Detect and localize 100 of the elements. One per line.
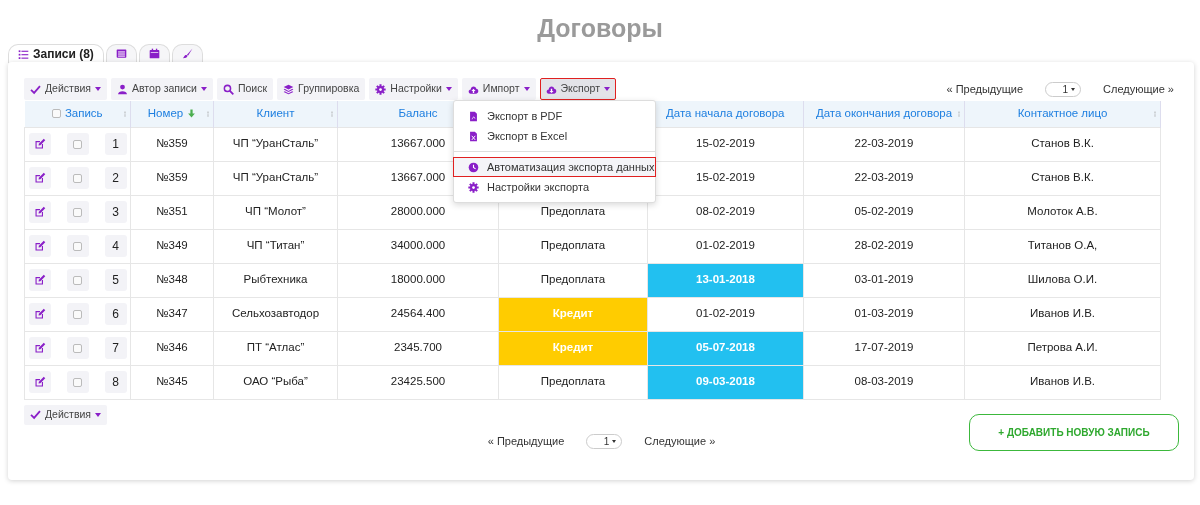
table-cell: Иванов И.В. xyxy=(964,297,1161,331)
table-cell: Предоплата xyxy=(498,263,648,297)
table-cell: №359 xyxy=(130,127,214,161)
menu-item[interactable]: Автоматизация экспорта данных xyxy=(453,157,656,177)
table-cell: 24564.400 xyxy=(337,297,499,331)
edit-button[interactable] xyxy=(28,371,51,393)
edit-icon xyxy=(33,376,46,388)
table-cell: ОАО “Рыба” xyxy=(213,365,338,399)
row-number: 8 xyxy=(104,371,127,393)
toolbar-button[interactable]: Действия xyxy=(24,78,107,100)
checkbox[interactable] xyxy=(73,139,82,149)
table-cell: №345 xyxy=(130,365,214,399)
table-cell: ЧП “Титан” xyxy=(213,229,338,263)
table-cell: Станов В.К. xyxy=(964,127,1161,161)
edit-icon xyxy=(33,274,46,286)
table-cell: №351 xyxy=(130,195,214,229)
table-cell: Иванов И.В. xyxy=(964,365,1161,399)
table-cell: Петрова А.И. xyxy=(964,331,1161,365)
toolbar-button[interactable]: Автор записи xyxy=(111,78,213,100)
checkbox[interactable] xyxy=(73,275,82,285)
check-icon xyxy=(30,409,41,420)
table-cell: №359 xyxy=(130,161,214,195)
table-cell: 28-02-2019 xyxy=(803,229,965,263)
edit-button[interactable] xyxy=(28,337,51,359)
toolbar-button[interactable]: Поиск xyxy=(217,78,274,100)
clock-icon xyxy=(468,161,479,173)
table-cell: 08-02-2019 xyxy=(647,195,804,229)
edit-button[interactable] xyxy=(28,235,51,257)
edit-button[interactable] xyxy=(28,201,51,223)
edit-button[interactable] xyxy=(28,133,51,155)
table-icon xyxy=(115,48,127,59)
toolbar-button[interactable]: Группировка xyxy=(277,78,366,100)
row-number: 6 xyxy=(104,303,127,325)
edit-icon xyxy=(33,172,46,184)
table-cell: Кредит xyxy=(498,331,648,365)
previous-link[interactable]: « Предыдущие xyxy=(487,433,565,450)
table-cell: №349 xyxy=(130,229,214,263)
table-cell: Рыбтехника xyxy=(213,263,338,297)
checkbox[interactable] xyxy=(51,108,61,118)
tab[interactable]: Записи (8) xyxy=(8,44,104,63)
table-cell: Титанов О.А, xyxy=(964,229,1161,263)
edit-icon xyxy=(33,138,46,150)
table-cell: 01-02-2019 xyxy=(647,229,804,263)
table-cell: Шилова О.И. xyxy=(964,263,1161,297)
table-cell: 01-02-2019 xyxy=(647,297,804,331)
toolbar-button[interactable]: Настройки xyxy=(369,78,458,100)
layers-icon xyxy=(283,83,295,95)
table-cell: 17-07-2019 xyxy=(803,331,965,365)
checkbox[interactable] xyxy=(73,241,82,251)
checkbox[interactable] xyxy=(73,173,82,183)
next-link[interactable]: Следующие » xyxy=(644,433,716,450)
table-cell: 05-02-2019 xyxy=(803,195,965,229)
caret-icon xyxy=(95,412,101,417)
edit-icon xyxy=(33,206,46,218)
check-icon xyxy=(30,83,41,95)
table-cell: Предоплата xyxy=(498,229,648,263)
settings-icon xyxy=(468,181,479,193)
table-cell: Кредит xyxy=(498,297,648,331)
table-cell: Сельхозавтодор xyxy=(213,297,338,331)
table-cell: 2345.700 xyxy=(337,331,499,365)
excel-file-icon xyxy=(468,130,479,142)
table-cell: ЧП “УранСталь” xyxy=(213,127,338,161)
tab[interactable] xyxy=(138,44,170,62)
column-header[interactable]: Баланс xyxy=(398,105,438,123)
toolbar-button[interactable]: Экспорт xyxy=(539,78,616,100)
row-number: 2 xyxy=(104,167,127,189)
calendar-icon xyxy=(148,48,160,59)
checkbox[interactable] xyxy=(73,309,82,319)
edit-button[interactable] xyxy=(28,269,51,291)
table-cell: 22-03-2019 xyxy=(803,161,965,195)
table-cell: 23425.500 xyxy=(337,365,499,399)
previous-link[interactable]: « Предыдущие xyxy=(946,80,1024,98)
checkbox[interactable] xyxy=(73,207,82,217)
menu-item[interactable]: Настройки экспорта xyxy=(454,177,655,197)
table-cell: 05-07-2018 xyxy=(647,331,804,365)
toolbar-button[interactable]: Действия xyxy=(24,404,107,425)
row-number: 4 xyxy=(104,235,127,257)
row-number: 3 xyxy=(104,201,127,223)
table-cell: 13-01-2018 xyxy=(647,263,804,297)
edit-button[interactable] xyxy=(28,303,51,325)
edit-button[interactable] xyxy=(28,167,51,189)
table-cell: ПТ “Атлас” xyxy=(213,331,338,365)
menu-item[interactable]: Экспорт в PDF xyxy=(454,106,655,126)
table-cell: №348 xyxy=(130,263,214,297)
pdf-file-icon xyxy=(468,110,479,122)
row-number: 7 xyxy=(104,337,127,359)
tab[interactable] xyxy=(105,44,137,62)
checkbox[interactable] xyxy=(73,343,82,353)
table-cell: 08-03-2019 xyxy=(803,365,965,399)
table-cell: Предоплата xyxy=(498,365,648,399)
toolbar-button[interactable]: Импорт xyxy=(461,78,536,100)
table-cell: Молоток А.В. xyxy=(964,195,1161,229)
user-icon xyxy=(117,83,128,95)
tab[interactable] xyxy=(171,44,203,62)
table-cell: 18000.000 xyxy=(337,263,499,297)
table-cell: 01-03-2019 xyxy=(803,297,965,331)
next-link[interactable]: Следующие » xyxy=(1103,80,1174,98)
row-number: 5 xyxy=(104,269,127,291)
checkbox[interactable] xyxy=(73,377,82,387)
table-cell: Станов В.К. xyxy=(964,161,1161,195)
